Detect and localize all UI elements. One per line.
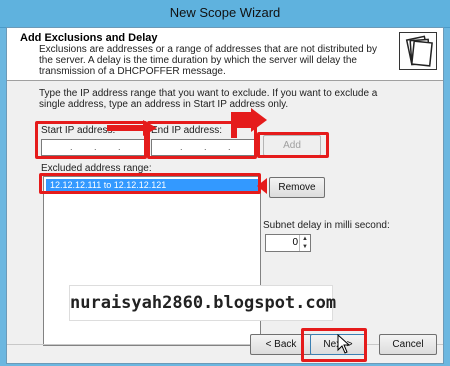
instruction-text: Type the IP address range that you want … (39, 88, 378, 110)
title-bar: New Scope Wizard (0, 0, 450, 28)
next-button-highlight (301, 328, 367, 362)
folders-icon (399, 32, 437, 70)
wizard-header: Add Exclusions and Delay Exclusions are … (7, 28, 443, 81)
remove-button[interactable]: Remove (269, 177, 325, 198)
spin-arrows-icon[interactable]: ▲ ▼ (299, 235, 310, 251)
page-description: Exclusions are addresses or a range of a… (39, 44, 377, 77)
selection-highlight (39, 173, 261, 194)
arrow-down-right-icon (231, 108, 267, 138)
subnet-delay-value: 0 (292, 237, 298, 248)
subnet-delay-stepper[interactable]: 0 ▲ ▼ (265, 234, 311, 252)
footer-divider (7, 344, 443, 345)
mouse-cursor-icon (337, 334, 351, 354)
watermark-text: nuraisyah2860.blogspot.com (69, 285, 336, 321)
subnet-delay-label: Subnet delay in milli second: (263, 220, 390, 231)
window-title: New Scope Wizard (169, 5, 281, 20)
arrow-left-icon (257, 178, 267, 194)
wizard-client-area: Add Exclusions and Delay Exclusions are … (6, 27, 444, 364)
cancel-button[interactable]: Cancel (379, 334, 437, 355)
page-title: Add Exclusions and Delay (20, 32, 158, 44)
arrow-right-icon (107, 120, 157, 136)
